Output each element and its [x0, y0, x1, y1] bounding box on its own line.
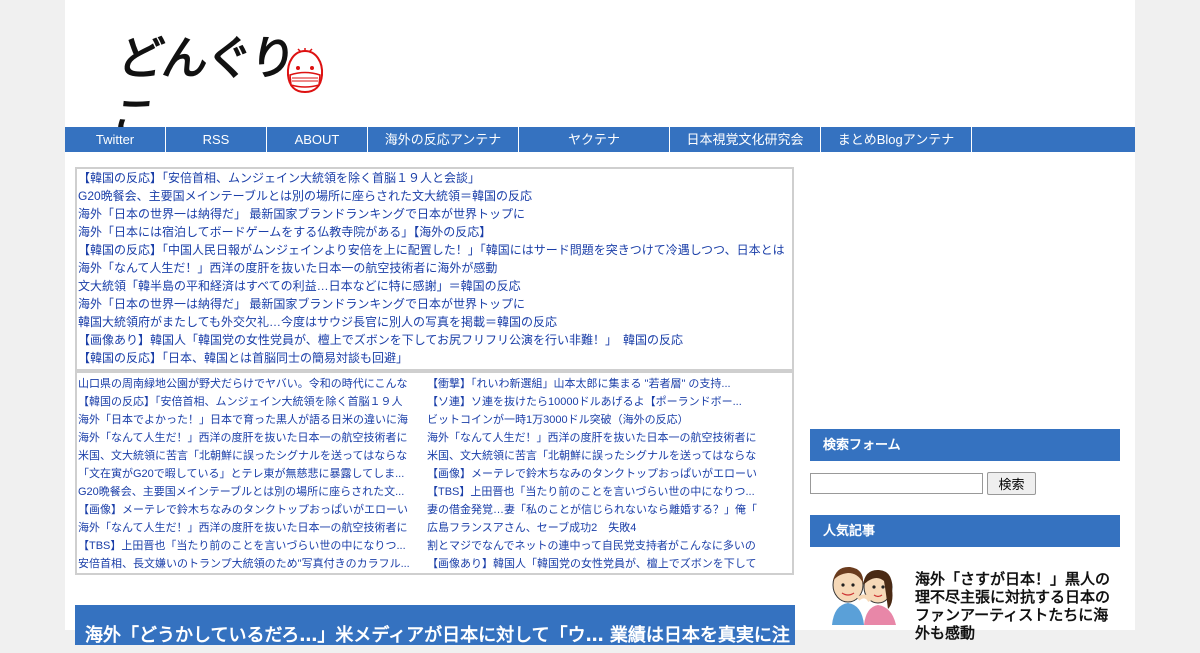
antenna-grid-link[interactable]: 山口県の周南緑地公園が野犬だらけでヤバい。令和の時代にこんな: [78, 375, 413, 393]
antenna-link[interactable]: 海外「日本には宿泊してボードゲームをする仏教寺院がある」【海外の反応】: [77, 223, 792, 241]
antenna-link[interactable]: 海外「日本の世界一は納得だ」 最新国家ブランドランキングで日本が世界トップに: [77, 205, 792, 223]
girls-illustration-thumbnail: [832, 566, 896, 625]
antenna-grid-link[interactable]: 【画像】メーテレで鈴木ちなみのタンクトップおっぱいがエローい: [78, 501, 413, 519]
nav-item-4[interactable]: ヤクテナ: [519, 127, 670, 152]
nav-item-2[interactable]: ABOUT: [267, 127, 368, 152]
antenna-link[interactable]: 【韓国の反応】「中国人民日報がムンジェインより安倍を上に配置した！」「韓国にはサ…: [77, 241, 792, 259]
antenna-link[interactable]: G20晩餐会、主要国メインテーブルとは別の場所に座らされた文大統領＝韓国の反応: [77, 187, 792, 205]
antenna-grid-link[interactable]: 安倍首相、長文嫌いのトランプ大統領のため"写真付きのカラフル...: [78, 555, 413, 573]
antenna-link[interactable]: 海外「なんて人生だ！」西洋の度肝を抜いた日本一の航空技術者に海外が感動: [77, 259, 792, 277]
site-header: どんぐりこ: [65, 0, 1135, 145]
antenna-grid-link[interactable]: 海外「日本でよかった！」日本で育った黒人が語る日米の違いに海: [78, 411, 413, 429]
nav-item-6[interactable]: まとめBlogアンテナ: [821, 127, 972, 152]
antenna-grid-link[interactable]: 海外「なんて人生だ！」西洋の度肝を抜いた日本一の航空技術者に: [78, 429, 413, 447]
antenna-link[interactable]: 文大統領「韓半島の平和経済はすべての利益…日本などに特に感謝」＝韓国の反応: [77, 277, 792, 295]
search-input[interactable]: [810, 472, 983, 494]
antenna-grid-link[interactable]: 【韓国の反応】「安倍首相、ムンジェイン大統領を除く首脳１９人: [78, 393, 413, 411]
antenna-grid-link[interactable]: 【ソ連】ソ連を抜けたら10000ドルあげるよ【ポーランドボー...: [427, 393, 762, 411]
antenna-column-left: 山口県の周南緑地公園が野犬だらけでヤバい。令和の時代にこんな 【韓国の反応】「安倍…: [78, 375, 413, 573]
antenna-grid-link[interactable]: 割とマジでなんでネットの連中って自民党支持者がこんなに多いの: [427, 537, 762, 555]
antenna-link[interactable]: 韓国大統領府がまたしても外交欠礼…今度はサウジ長官に別人の写真を掲載＝韓国の反応: [77, 313, 792, 331]
antenna-link[interactable]: 海外「日本の世界一は納得だ」 最新国家ブランドランキングで日本が世界トップに: [77, 295, 792, 313]
nav-item-3[interactable]: 海外の反応アンテナ: [368, 127, 519, 152]
antenna-grid-link[interactable]: 「文在寅がG20で暇している」とテレ東が無慈悲に暴露してしま...: [78, 465, 413, 483]
masked-face-mascot-icon: [286, 48, 324, 94]
site-logo[interactable]: どんぐりこ: [109, 28, 330, 145]
antenna-link[interactable]: 【韓国の反応】「日本、韓国とは首脳同士の簡易対談も回避」: [77, 349, 792, 367]
antenna-grid-link[interactable]: 【衝撃】「れいわ新選組」山本太郎に集まる "若者層" の支持...: [427, 375, 762, 393]
article-title[interactable]: 海外「どうかしているだろ…」米メディアが日本に対して「ウ… 業績は日本を真実に注: [75, 605, 795, 645]
nav-item-0[interactable]: Twitter: [65, 127, 166, 152]
antenna-grid-link[interactable]: 【TBS】上田晋也「当たり前のことを言いづらい世の中になりつ...: [78, 537, 413, 555]
popular-article-title: 海外「さすが日本！」黒人の理不尽主張に対抗する日本のファンアーティストたちに海外…: [915, 571, 1111, 642]
page: どんぐりこ Twitter RSS ABOUT 海外の反応アンテナ ヤクテナ 日本視覚文化…: [65, 0, 1135, 645]
antenna-link[interactable]: 【画像あり】韓国人「韓国党の女性党員が、檀上でズボンを下してお尻フリフリ公演を行…: [77, 331, 792, 349]
antenna-grid-link[interactable]: 妻の借金発覚…妻「私のことが信じられないなら離婚する？」俺「: [427, 501, 762, 519]
search-heading: 検索フォーム: [810, 429, 1120, 461]
nav-item-5[interactable]: 日本視覚文化研究会: [670, 127, 821, 152]
search-form: 検索: [810, 471, 1120, 495]
antenna-grid-link[interactable]: 海外「なんて人生だ！」西洋の度肝を抜いた日本一の航空技術者に: [427, 429, 762, 447]
sidebar: 検索フォーム 検索 人気記事 海外「さすが日本！」黒人の理不尽主張に対抗する日本…: [810, 429, 1120, 653]
antenna-list-grid: 山口県の周南緑地公園が野犬だらけでヤバい。令和の時代にこんな 【韓国の反応】「安倍…: [75, 371, 794, 575]
antenna-grid-link[interactable]: 【画像あり】韓国人「韓国党の女性党員が、檀上でズボンを下して: [427, 555, 762, 573]
antenna-link[interactable]: 【韓国の反応】「安倍首相、ムンジェイン大統領を除く首脳１９人と会談」: [77, 169, 792, 187]
antenna-column-right: 【衝撃】「れいわ新選組」山本太郎に集まる "若者層" の支持... 【ソ連】ソ連を…: [427, 375, 762, 573]
nav-item-1[interactable]: RSS: [166, 127, 267, 152]
popular-heading: 人気記事: [810, 515, 1120, 547]
antenna-grid-link[interactable]: 米国、文大統領に苦言「北朝鮮に誤ったシグナルを送ってはならな: [78, 447, 413, 465]
antenna-grid-link[interactable]: G20晩餐会、主要国メインテーブルとは別の場所に座らされた文...: [78, 483, 413, 501]
popular-article[interactable]: 海外「さすが日本！」黒人の理不尽主張に対抗する日本のファンアーティストたちに海外…: [810, 563, 1120, 653]
antenna-grid-link[interactable]: ビットコインが一時1万3000ドル突破（海外の反応）: [427, 411, 762, 429]
antenna-grid-link[interactable]: 【画像】メーテレで鈴木ちなみのタンクトップおっぱいがエローい: [427, 465, 762, 483]
antenna-grid-link[interactable]: 米国、文大統領に苦言「北朝鮮に誤ったシグナルを送ってはならな: [427, 447, 762, 465]
antenna-list-primary: 【韓国の反応】「安倍首相、ムンジェイン大統領を除く首脳１９人と会談」 G20晩餐会…: [75, 167, 794, 371]
antenna-grid-link[interactable]: 【TBS】上田晋也「当たり前のことを言いづらい世の中になりつ...: [427, 483, 762, 501]
antenna-grid-link[interactable]: 広島フランスアさん、セーブ成功2 失敗4: [427, 519, 762, 537]
main-nav: Twitter RSS ABOUT 海外の反応アンテナ ヤクテナ 日本視覚文化研究会 まとめ…: [65, 127, 1135, 152]
antenna-grid-link[interactable]: 海外「なんて人生だ！」西洋の度肝を抜いた日本一の航空技術者に: [78, 519, 413, 537]
search-button[interactable]: 検索: [987, 471, 1036, 495]
